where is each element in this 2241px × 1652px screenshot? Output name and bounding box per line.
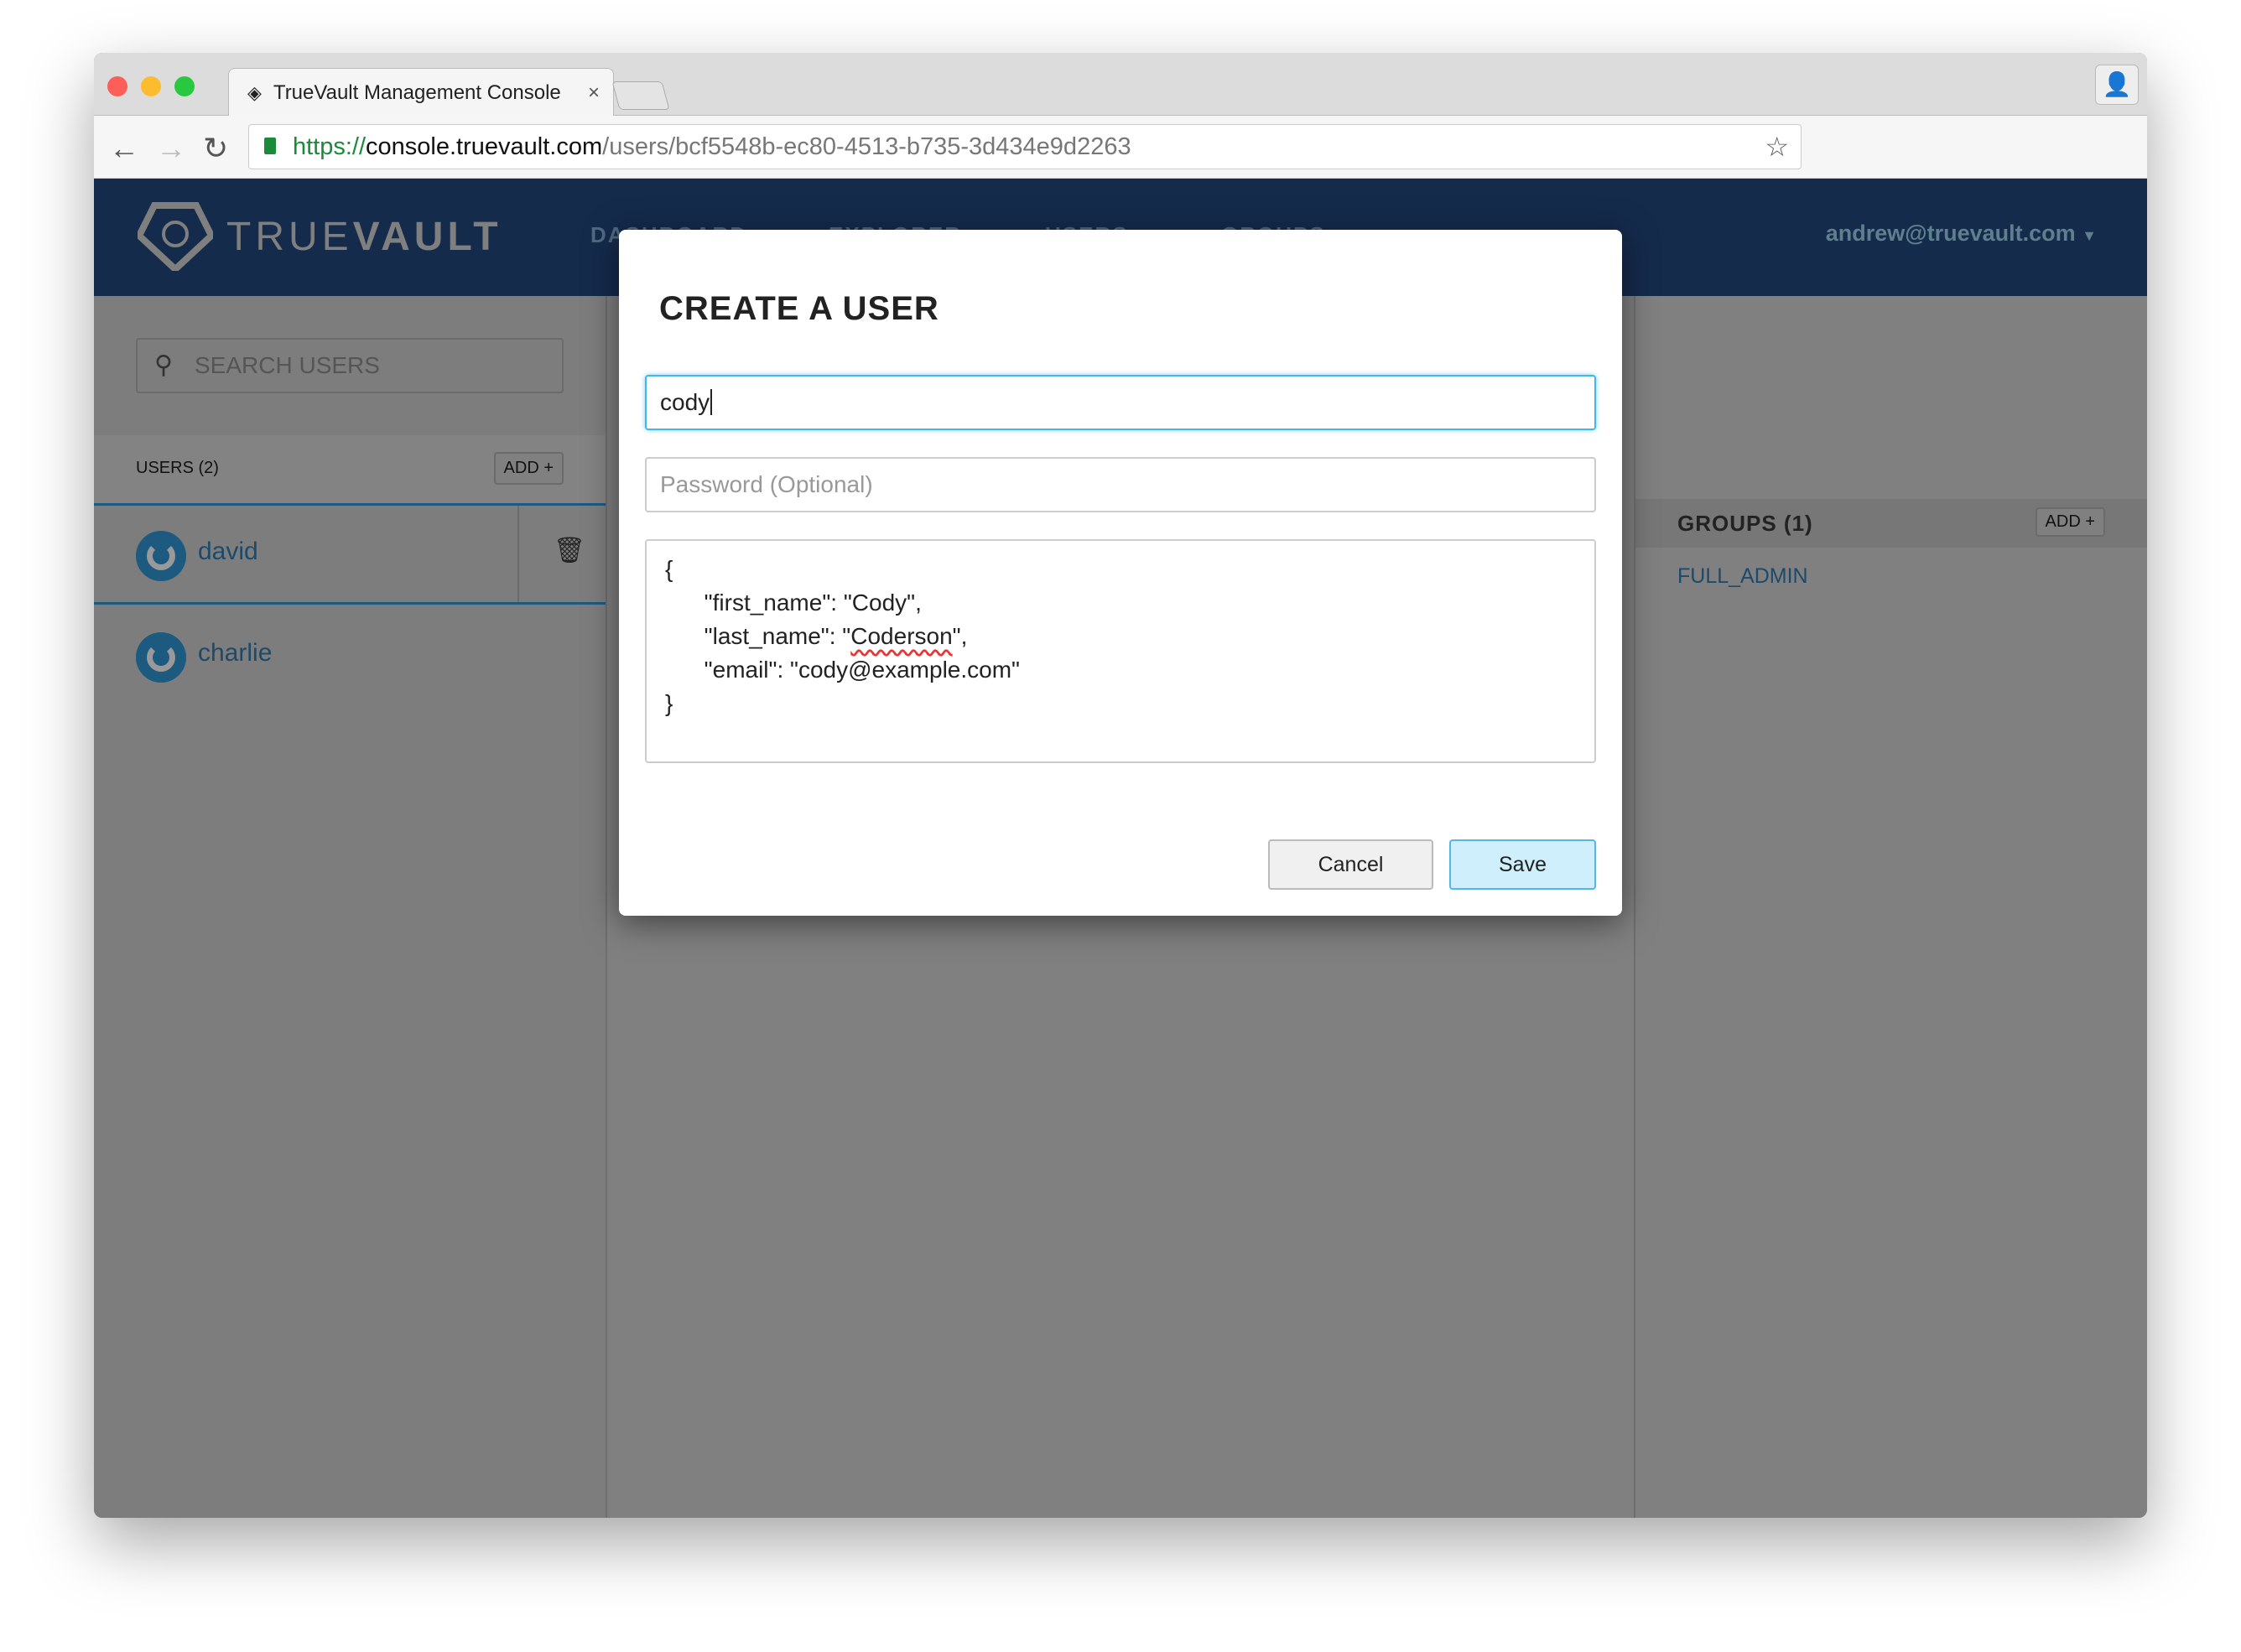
password-placeholder: Password (Optional)	[660, 471, 873, 497]
search-icon: ⚲	[154, 351, 173, 379]
url-domain: console.truevault.com	[366, 133, 603, 160]
minimize-window-button[interactable]	[141, 76, 161, 96]
url-scheme: https://	[293, 133, 367, 160]
add-group-button[interactable]: ADD +	[2035, 507, 2105, 537]
json-fragment: ",	[952, 623, 968, 649]
json-line: "first_name": "Cody",	[665, 590, 922, 616]
forward-icon[interactable]: →	[156, 131, 186, 166]
bookmark-star-icon[interactable]: ☆	[1765, 125, 1789, 169]
group-item[interactable]: FULL_ADMIN	[1677, 564, 1808, 589]
user-row-david[interactable]: david 🗑	[94, 506, 606, 605]
back-icon[interactable]: ←	[109, 131, 139, 166]
json-line: "email": "cody@example.com"	[665, 657, 1020, 683]
url-path: /users/bcf5548b-ec80-4513-b735-3d434e9d2…	[602, 133, 1131, 160]
lock-icon	[264, 138, 276, 154]
maximize-window-button[interactable]	[174, 76, 195, 96]
json-line: {	[665, 556, 673, 582]
address-bar-row: ← → ↻ https://console.truevault.com/user…	[94, 116, 2147, 179]
attributes-textarea[interactable]: { "first_name": "Cody", "last_name": "Co…	[645, 539, 1596, 763]
username-input[interactable]: cody	[645, 375, 1596, 430]
groups-header: GROUPS (1) ADD +	[1635, 499, 2147, 548]
user-avatar-icon	[136, 632, 186, 683]
account-email: andrew@truevault.com	[1825, 221, 2076, 246]
save-button[interactable]: Save	[1449, 839, 1596, 890]
add-user-button[interactable]: ADD +	[493, 452, 564, 485]
close-window-button[interactable]	[107, 76, 127, 96]
truevault-logo[interactable]: TRUEVAULT	[138, 202, 502, 271]
json-line: }	[665, 690, 673, 716]
browser-tab[interactable]: ◈ TrueVault Management Console ×	[228, 68, 614, 117]
user-row-charlie[interactable]: charlie	[94, 607, 606, 706]
account-menu[interactable]: andrew@truevault.com ▼	[1826, 221, 2097, 247]
tab-bar: ◈ TrueVault Management Console × 👤	[94, 53, 2147, 117]
cancel-button[interactable]: Cancel	[1268, 839, 1433, 890]
users-count-label: USERS (2)	[136, 459, 219, 477]
groups-panel: GROUPS (1) ADD + FULL_ADMIN	[1634, 296, 2147, 1518]
logo-text-light: TRUE	[226, 214, 353, 259]
user-avatar-icon	[136, 531, 186, 581]
logo-shield-icon	[138, 202, 213, 271]
username-value: cody	[660, 389, 710, 415]
create-user-dialog: CREATE A USER cody Password (Optional) {…	[619, 230, 1622, 916]
caret-down-icon: ▼	[2082, 227, 2097, 244]
user-name[interactable]: david	[198, 538, 258, 566]
reload-icon[interactable]: ↻	[203, 131, 228, 166]
password-input[interactable]: Password (Optional)	[645, 457, 1596, 512]
search-placeholder: SEARCH USERS	[195, 352, 380, 378]
users-sidebar: ⚲ SEARCH USERS USERS (2) ADD + david 🗑 ch…	[94, 296, 607, 1518]
close-tab-icon[interactable]: ×	[588, 81, 613, 105]
trash-icon[interactable]: 🗑	[554, 536, 585, 565]
groups-count-label: GROUPS (1)	[1677, 511, 1813, 536]
user-name[interactable]: charlie	[198, 639, 272, 668]
url-field[interactable]: https://console.truevault.com/users/bcf5…	[248, 124, 1802, 169]
new-tab-button[interactable]	[611, 81, 670, 110]
logo-text-bold: VAULT	[352, 214, 502, 259]
profile-icon[interactable]: 👤	[2095, 65, 2139, 105]
json-fragment: "last_name": "	[665, 623, 851, 649]
misspelled-word: Coderson	[850, 623, 953, 649]
users-header: USERS (2) ADD +	[94, 435, 606, 506]
dialog-title: CREATE A USER	[659, 290, 939, 327]
truevault-favicon-icon: ◈	[247, 81, 262, 103]
tab-title: TrueVault Management Console	[273, 81, 561, 104]
search-users-input[interactable]: ⚲ SEARCH USERS	[136, 338, 564, 393]
